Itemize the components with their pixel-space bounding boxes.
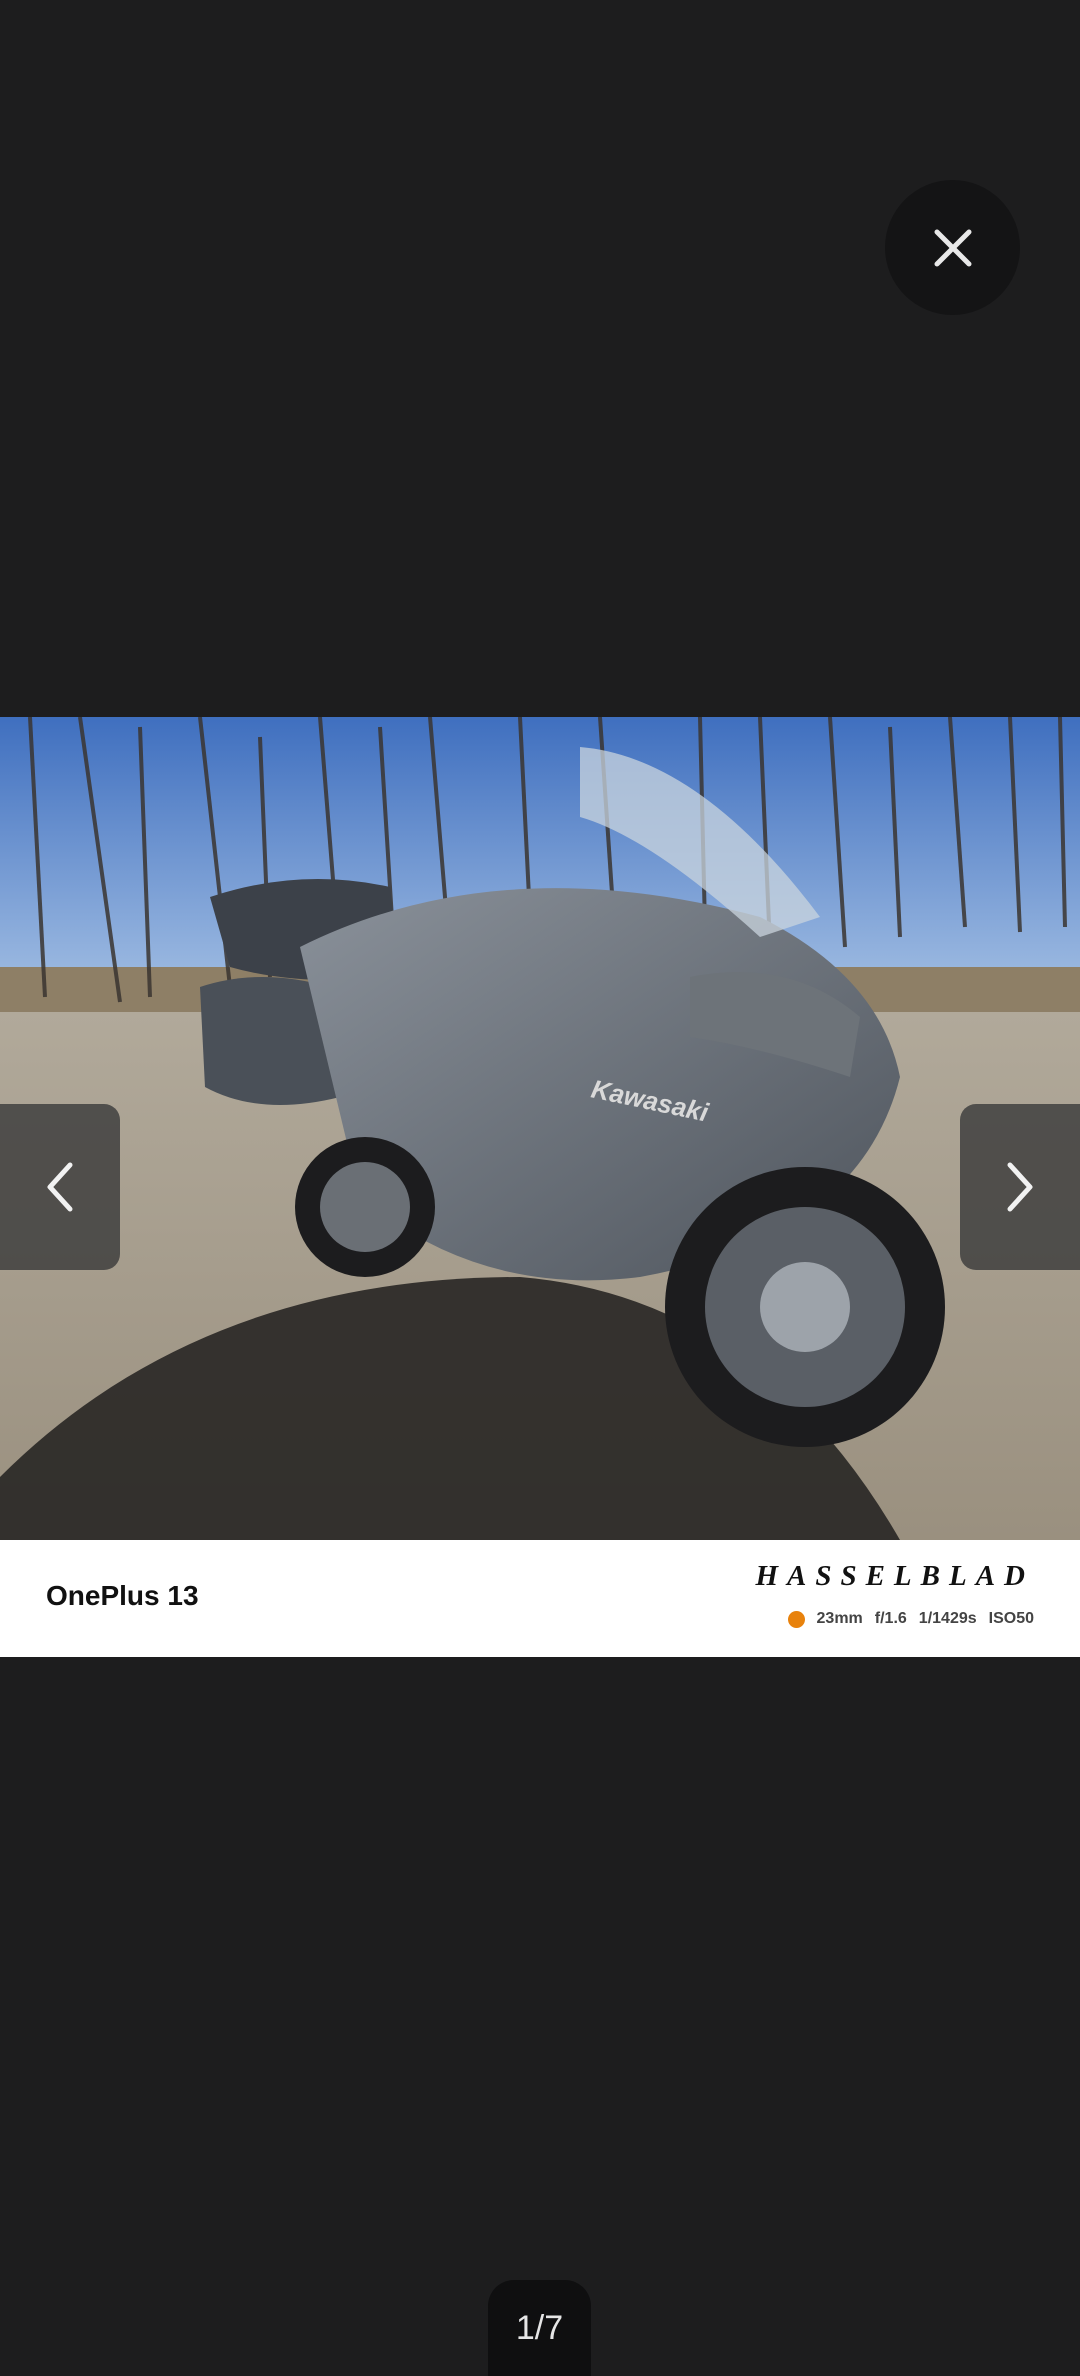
close-icon [934, 229, 971, 266]
exif-dot-icon [787, 1610, 805, 1628]
device-name: OnePlus 13 [46, 1580, 199, 1611]
next-photo-button[interactable] [960, 1104, 1080, 1270]
exif-aperture: f/1.6 [874, 1610, 907, 1627]
close-button[interactable] [885, 180, 1020, 315]
chevron-left-icon [47, 1162, 73, 1212]
exif-shutter-speed: 1/1429s [918, 1610, 977, 1627]
camera-watermark: OnePlus 13 HASSELBLAD 23mm f/1.6 1/1429s… [0, 1540, 1080, 1657]
hasselblad-brand: HASSELBLAD [755, 1560, 1034, 1592]
photo-viewer: Kawasaki OnePlus 13 HASSELBLAD 23mm f/1.… [0, 0, 1080, 2376]
exif-iso: ISO50 [988, 1610, 1034, 1627]
exif-focal-length: 23mm [816, 1610, 863, 1627]
photo-counter: 1/7 [488, 2280, 591, 2376]
motorcycle-photo: Kawasaki [0, 717, 1080, 1540]
chevron-right-icon [1007, 1162, 1033, 1212]
previous-photo-button[interactable] [0, 1104, 120, 1270]
exif-info: 23mm f/1.6 1/1429s ISO50 [787, 1610, 1034, 1628]
